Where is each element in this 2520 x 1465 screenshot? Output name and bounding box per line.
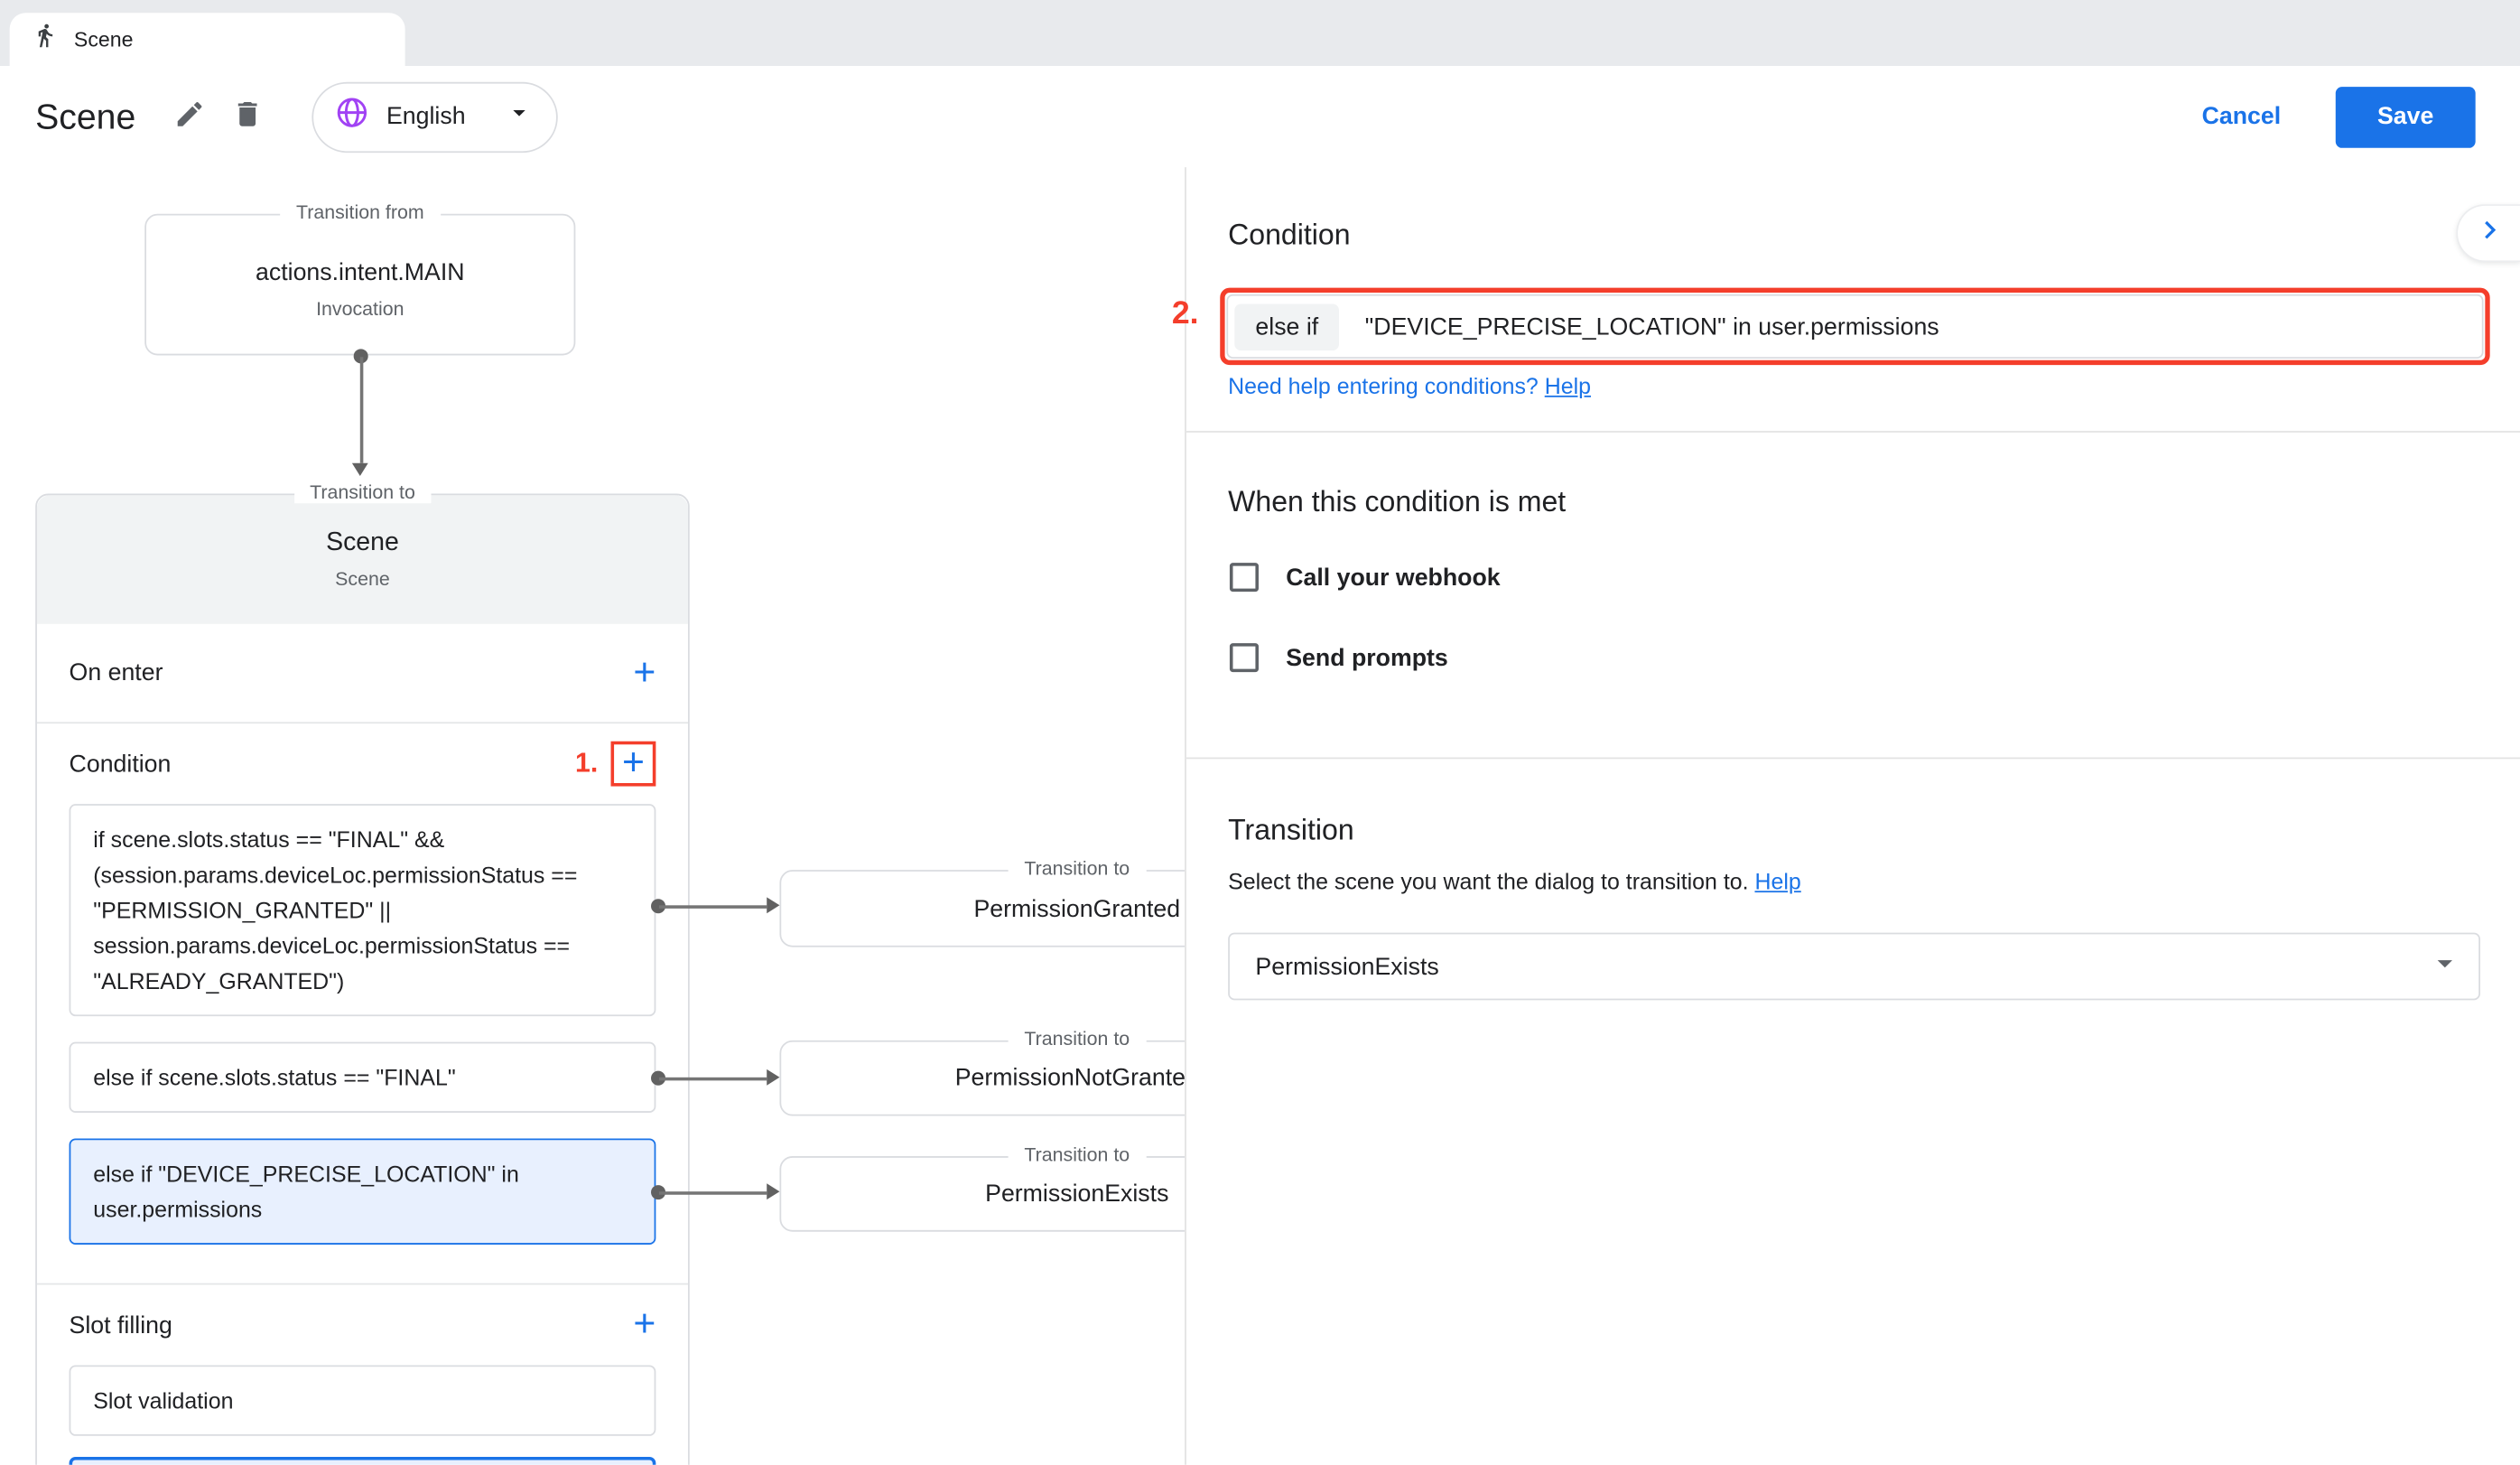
target-node-permission-not-granted[interactable]: Transition to PermissionNotGranted <box>779 1040 1185 1116</box>
language-selector[interactable]: English <box>312 81 557 152</box>
header: Scene English Cancel Save <box>0 66 2520 167</box>
divider <box>1186 431 2520 433</box>
delete-scene-button[interactable] <box>219 88 277 145</box>
tab-label: Scene <box>74 27 134 51</box>
intent-name: actions.intent.MAIN <box>256 259 465 286</box>
transition-from-node[interactable]: Transition from actions.intent.MAIN Invo… <box>144 214 575 356</box>
scene-card-subtitle: Scene <box>335 567 390 590</box>
language-label: English <box>386 103 466 130</box>
tab-strip: Scene <box>0 0 2520 66</box>
transition-to-label: Transition to <box>1009 857 1146 880</box>
transition-heading: Transition <box>1228 814 1354 847</box>
connector-arrowhead <box>767 1069 779 1086</box>
send-prompts-label: Send prompts <box>1286 644 1448 671</box>
intent-subtitle: Invocation <box>316 297 404 320</box>
pencil-icon <box>174 98 207 135</box>
divider <box>1186 758 2520 760</box>
transition-to-label: Transition to <box>1009 1143 1146 1166</box>
page-title: Scene <box>35 96 135 137</box>
condition-section: Condition 1. + if scene.slots.status == … <box>37 723 688 1284</box>
edit-scene-button[interactable] <box>162 88 219 145</box>
on-enter-label: On enter <box>70 659 163 686</box>
collapse-panel-button[interactable] <box>2456 204 2520 262</box>
annotation-box-1: + <box>611 742 656 787</box>
connector-line <box>659 905 767 908</box>
connector-line <box>659 1078 767 1080</box>
transition-to-label: Transition to <box>1009 1028 1146 1050</box>
on-enter-section: On enter + <box>37 624 688 723</box>
target-scene-name: PermissionGranted <box>974 895 1181 922</box>
connector-line <box>659 1191 767 1194</box>
cancel-button[interactable]: Cancel <box>2202 103 2282 130</box>
save-button[interactable]: Save <box>2336 86 2476 147</box>
scene-tab[interactable]: Scene <box>10 13 405 66</box>
chevron-down-icon <box>504 98 533 135</box>
target-scene-name: PermissionNotGranted <box>955 1065 1185 1092</box>
step-1-marker: 1. <box>575 748 598 780</box>
target-scene-name: PermissionExists <box>985 1180 1168 1208</box>
globe-icon <box>335 95 370 138</box>
condition-prefix-chip: else if <box>1234 303 1339 350</box>
transition-description: Select the scene you want the dialog to … <box>1228 868 1801 893</box>
transition-from-label: Transition from <box>280 201 440 224</box>
slot-filling-section: Slot filling + Slot validation <box>37 1284 688 1464</box>
target-node-permission-exists[interactable]: Transition to PermissionExists <box>779 1156 1185 1232</box>
scene-graph-canvas: Transition from actions.intent.MAIN Invo… <box>0 167 1185 1465</box>
connector-arrowhead <box>767 897 779 913</box>
condition-item-selected[interactable]: else if "DEVICE_PRECISE_LOCATION" in use… <box>70 1138 656 1244</box>
walk-icon <box>33 23 58 56</box>
webhook-option[interactable]: Call your webhook <box>1230 563 1501 592</box>
slot-item[interactable]: Slot validation <box>70 1365 656 1435</box>
scene-card-header[interactable]: Scene Scene <box>37 495 688 623</box>
transition-scene-value: PermissionExists <box>1255 953 1438 980</box>
condition-expression-text: "DEVICE_PRECISE_LOCATION" in user.permis… <box>1365 313 1939 340</box>
annotation-box-2: else if "DEVICE_PRECISE_LOCATION" in use… <box>1220 288 2489 365</box>
trash-icon <box>232 98 265 135</box>
send-prompts-checkbox[interactable] <box>1230 643 1259 672</box>
scene-card-title: Scene <box>326 529 399 558</box>
when-met-heading: When this condition is met <box>1228 486 1566 519</box>
condition-heading: Condition <box>1228 219 1350 252</box>
condition-item[interactable]: else if scene.slots.status == "FINAL" <box>70 1042 656 1113</box>
condition-editor-panel: Condition 2. else if "DEVICE_PRECISE_LOC… <box>1185 167 2520 1465</box>
condition-item[interactable]: if scene.slots.status == "FINAL" && (ses… <box>70 804 656 1016</box>
connector-arrowhead <box>352 463 368 476</box>
add-on-enter-button[interactable]: + <box>633 654 656 693</box>
send-prompts-option[interactable]: Send prompts <box>1230 643 1448 672</box>
condition-section-label: Condition <box>70 751 172 778</box>
add-condition-button[interactable]: + <box>622 744 645 783</box>
condition-help-line: Need help entering conditions? Help <box>1228 373 1591 398</box>
connector-line <box>360 357 363 462</box>
actions-builder-app: Scene Scene English Cancel Save <box>0 0 2520 1465</box>
help-text: Need help entering conditions? <box>1228 373 1539 398</box>
add-slot-button[interactable]: + <box>633 1306 656 1345</box>
transition-help-link[interactable]: Help <box>1754 868 1800 893</box>
target-node-permission-granted[interactable]: Transition to PermissionGranted <box>779 870 1185 947</box>
transition-description-text: Select the scene you want the dialog to … <box>1228 868 1748 893</box>
scene-card: Transition to Scene Scene On enter + Con… <box>35 494 690 1465</box>
transition-to-label: Transition to <box>293 481 431 503</box>
webhook-label: Call your webhook <box>1286 564 1500 591</box>
chevron-down-icon <box>2427 946 2462 987</box>
chevron-right-icon <box>2471 211 2506 255</box>
webhook-checkbox[interactable] <box>1230 563 1259 592</box>
connector-arrowhead <box>767 1183 779 1199</box>
step-2-marker: 2. <box>1172 296 1199 333</box>
condition-expression-field[interactable]: else if "DEVICE_PRECISE_LOCATION" in use… <box>1226 294 2483 359</box>
transition-scene-dropdown[interactable]: PermissionExists <box>1228 933 2480 1001</box>
help-link[interactable]: Help <box>1545 373 1591 398</box>
slot-filling-label: Slot filling <box>70 1311 172 1339</box>
